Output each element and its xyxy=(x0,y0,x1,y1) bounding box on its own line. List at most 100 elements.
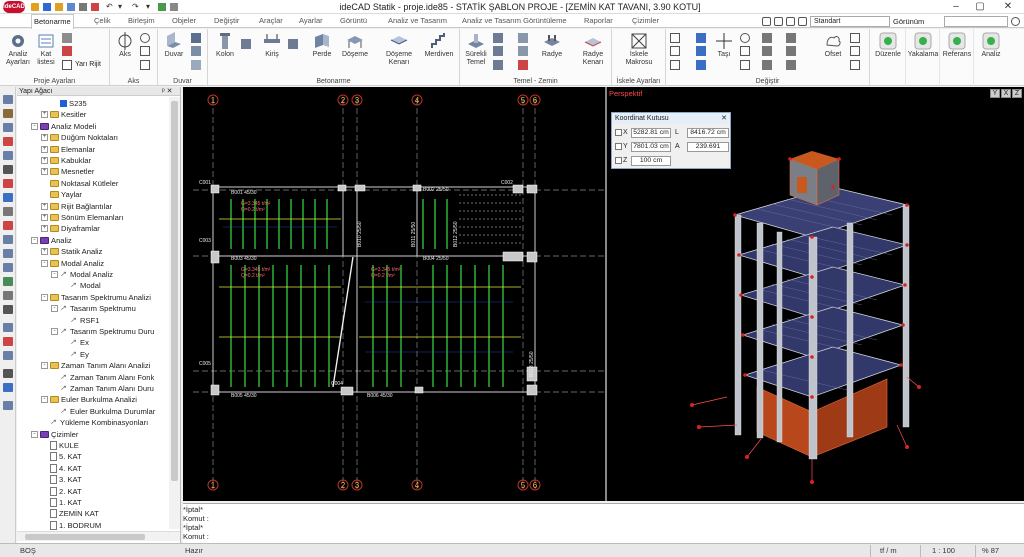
status-scale[interactable]: 1 : 100 xyxy=(932,546,955,555)
expand-icon[interactable]: + xyxy=(41,157,48,164)
tree-node[interactable]: 2. KAT xyxy=(41,486,82,497)
tree-node[interactable]: - Tasarım Spektrumu Analizi xyxy=(41,292,151,303)
stretch-icon[interactable] xyxy=(696,60,706,70)
door-insert-icon[interactable] xyxy=(191,60,201,70)
tree-node[interactable]: - ↗ Tasarım Spektrumu Duru xyxy=(51,326,154,337)
tool-icon[interactable] xyxy=(3,235,13,244)
tool-icon[interactable] xyxy=(3,305,13,314)
yakalama-button[interactable]: Yakalama xyxy=(907,32,939,59)
dropdown-icon[interactable]: ▾ xyxy=(118,3,126,11)
radye-kenari-button[interactable]: Radye Kenarı xyxy=(578,32,608,67)
layout-icon[interactable] xyxy=(774,16,783,26)
tool-icon[interactable] xyxy=(3,291,13,300)
tree-node[interactable]: KULE xyxy=(41,440,79,451)
tree-scrollbar[interactable] xyxy=(169,97,180,529)
tree-node[interactable]: 4. KAT xyxy=(41,463,82,474)
tree-hscrollbar[interactable] xyxy=(17,531,180,541)
collapse-icon[interactable]: - xyxy=(41,362,48,370)
maximize-button[interactable]: ▢ xyxy=(968,0,992,14)
tasi-button[interactable]: Taşı xyxy=(712,32,736,59)
command-window[interactable]: *İptal* Komut : *İptal* Komut : xyxy=(183,503,1024,543)
ofset-button[interactable]: Ofset xyxy=(820,32,846,59)
tool-icon[interactable] xyxy=(3,351,13,360)
tree-node[interactable]: + Rijit Bağlantılar xyxy=(41,201,112,212)
expand-icon[interactable]: + xyxy=(41,168,48,176)
tree-node[interactable]: ↗ RSF1 xyxy=(61,315,99,326)
tab-analiz-goruntuleme[interactable]: Analiz ve Tasarım Görüntüleme xyxy=(460,14,569,28)
tab-objeler[interactable]: Objeler xyxy=(170,14,198,28)
x-checkbox[interactable] xyxy=(615,129,622,136)
cascade-icon[interactable] xyxy=(798,16,807,26)
align-icon[interactable] xyxy=(850,60,860,70)
tree-node[interactable]: + Diyaframlar xyxy=(41,223,100,234)
copy-icon[interactable] xyxy=(670,46,680,56)
tool-icon[interactable] xyxy=(3,383,13,392)
tab-degistir[interactable]: Değiştir xyxy=(212,14,241,28)
collapse-icon[interactable]: - xyxy=(41,396,48,404)
x-field[interactable]: 5282.81 cm xyxy=(631,128,671,138)
view-z-button[interactable]: Z xyxy=(1012,89,1022,98)
properties-icon[interactable] xyxy=(786,60,796,70)
tree-node[interactable]: + Sönüm Elemanları xyxy=(41,212,123,223)
new-file-icon[interactable] xyxy=(31,3,39,11)
duzenle-button[interactable]: Düzenle xyxy=(872,32,904,59)
analiz-button[interactable]: Analiz xyxy=(975,32,1007,59)
tab-birlesim[interactable]: Birleşim xyxy=(126,14,157,28)
tree-node[interactable]: - Zaman Tanım Alanı Analizi xyxy=(41,360,150,371)
kolon-button[interactable]: Kolon xyxy=(213,32,237,59)
tree-node[interactable]: S235 xyxy=(51,98,87,109)
minimize-button[interactable]: – xyxy=(944,0,968,14)
tree-node[interactable]: + Mesnetler xyxy=(41,166,94,177)
footing-small-icon[interactable] xyxy=(493,33,503,43)
rotate-icon[interactable] xyxy=(140,33,150,43)
status-zoom[interactable]: % 87 xyxy=(982,546,999,555)
tree-node[interactable]: - Euler Burkulma Analizi xyxy=(41,394,137,405)
view-menu[interactable]: Görünüm xyxy=(893,17,941,26)
tree-node[interactable]: - ↗ Modal Analiz xyxy=(51,269,113,280)
customize-icon[interactable] xyxy=(170,3,178,11)
tool-icon[interactable] xyxy=(3,123,13,132)
collapse-icon[interactable]: - xyxy=(51,305,58,313)
axis-list-icon[interactable] xyxy=(140,60,150,70)
chamfer-icon[interactable] xyxy=(762,46,772,56)
style-select[interactable]: Standart xyxy=(810,15,890,27)
collapse-icon[interactable]: - xyxy=(41,293,48,301)
redo-icon[interactable]: ↷ xyxy=(132,3,140,11)
beam-small-icon[interactable] xyxy=(288,39,298,49)
plan-view[interactable]: 1 2 3 4 5 6 1 2 3 4 5 6 B001 45/30 B002 … xyxy=(183,87,605,501)
tool-icon[interactable] xyxy=(3,277,13,286)
pile-cap-icon[interactable] xyxy=(493,60,503,70)
perde-button[interactable]: Perde xyxy=(308,32,336,59)
mirror-icon[interactable] xyxy=(670,60,680,70)
erase-icon[interactable] xyxy=(670,33,680,43)
material-icon[interactable] xyxy=(62,46,72,56)
command-input[interactable]: Komut : xyxy=(183,532,209,541)
tree-node[interactable]: ↗ Ex xyxy=(61,337,89,348)
tool-icon[interactable] xyxy=(3,369,13,378)
tab-analiz-tasarim[interactable]: Analiz ve Tasarım xyxy=(386,14,449,28)
expand-icon[interactable]: + xyxy=(41,111,48,119)
tool-icon[interactable] xyxy=(3,151,13,160)
soil-icon[interactable] xyxy=(518,60,528,70)
collapse-icon[interactable]: - xyxy=(51,328,58,335)
fillet-icon[interactable] xyxy=(762,33,772,43)
collapse-icon[interactable]: - xyxy=(31,236,38,244)
pin-icon[interactable]: ᵖ ✕ xyxy=(162,87,172,96)
grid-icon[interactable] xyxy=(158,3,166,11)
pile-icon[interactable] xyxy=(493,46,503,56)
wall-small-icon[interactable] xyxy=(191,33,201,43)
tree-node[interactable]: 5. KAT xyxy=(41,451,82,462)
tool-icon[interactable] xyxy=(3,165,13,174)
open-icon[interactable] xyxy=(55,3,63,11)
collapse-icon[interactable]: - xyxy=(31,430,38,438)
tool-icon[interactable] xyxy=(3,323,13,332)
expand-icon[interactable]: + xyxy=(41,145,48,153)
tool-icon[interactable] xyxy=(3,179,13,188)
collapse-icon[interactable]: - xyxy=(31,122,38,130)
tree-node[interactable]: + Elemanlar xyxy=(41,144,95,155)
window-icon[interactable] xyxy=(762,16,771,26)
tool-icon[interactable] xyxy=(3,401,13,410)
referans-button[interactable]: Referans xyxy=(941,32,973,59)
array-icon[interactable] xyxy=(740,60,750,70)
window-insert-icon[interactable] xyxy=(191,46,201,56)
